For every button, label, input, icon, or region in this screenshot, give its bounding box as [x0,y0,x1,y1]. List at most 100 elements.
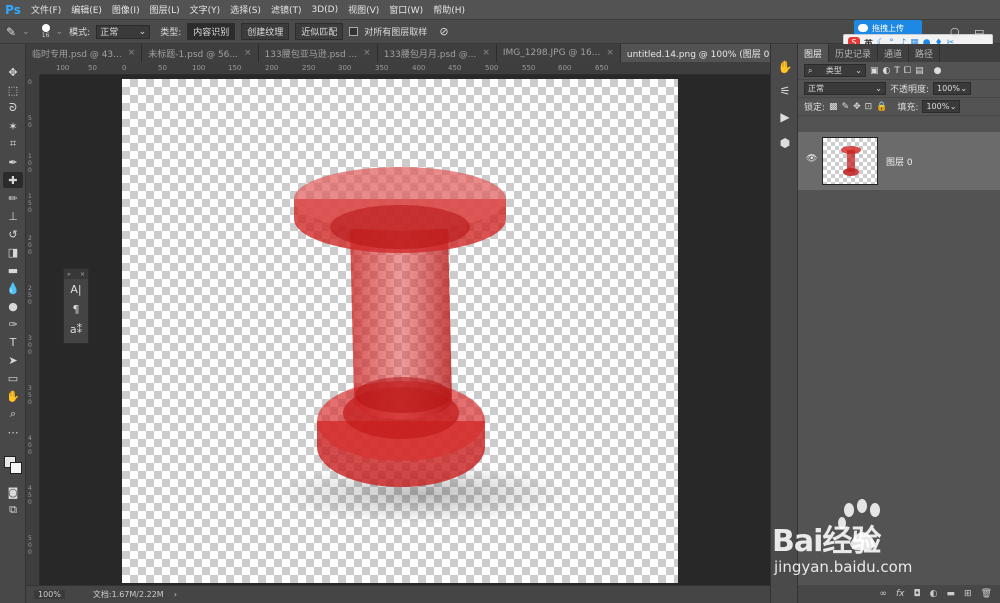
menu-help[interactable]: 帮助(H) [428,3,470,16]
search-icon[interactable]: ○ [950,25,960,38]
magic-wand-tool-icon[interactable]: ✶ [3,118,23,134]
character-icon[interactable]: A| [64,279,88,299]
filter-toggle-icon[interactable]: ● [934,66,942,76]
layer-filter-select[interactable]: ⌕ 类型 ⌄ [804,64,866,77]
mode-select[interactable]: 正常 ⌄ [96,24,151,39]
link-icon[interactable]: ∞ [880,589,888,599]
screen-mode-icon[interactable]: ⧉ [3,502,23,518]
close-icon[interactable]: × [363,48,371,58]
eyedropper-tool-icon[interactable]: ✒ [3,154,23,170]
lasso-tool-icon[interactable]: ᘐ [3,100,23,116]
glyphs-icon[interactable]: a⁑ [64,319,88,339]
layer-thumbnail[interactable] [822,137,878,185]
history-brush-tool-icon[interactable]: ↺ [3,226,23,242]
filter-shape-icon[interactable]: ⧠ [904,66,911,76]
menu-filter[interactable]: 滤镜(T) [266,3,307,16]
doc-tab[interactable]: 未标题-1.psd @ 56... × [142,44,259,62]
lock-paint-icon[interactable]: ✎ [842,102,850,112]
3d-cube-icon[interactable]: ⬢ [775,134,795,152]
marquee-tool-icon[interactable]: ⬚ [3,82,23,98]
quick-mask-icon[interactable]: ◙ [3,484,23,500]
opacity-input[interactable]: 100% ⌄ [933,82,972,95]
hand-tool-icon[interactable]: ✋ [3,388,23,404]
filter-smart-icon[interactable]: ▤ [915,66,924,76]
brush-chevron-icon[interactable]: ⌄ [56,27,64,37]
blend-mode-select[interactable]: 正常 ⌄ [804,82,886,95]
filter-type-icon[interactable]: T [894,66,900,76]
layer-item[interactable]: 👁 图层 0 [798,132,1000,190]
adjustments-icon[interactable]: ⚟ [775,82,795,100]
trash-icon[interactable]: 🗑 [981,589,992,599]
menu-edit[interactable]: 编辑(E) [66,3,107,16]
proximity-match-button[interactable]: 近似匹配 [295,23,344,40]
content-aware-button[interactable]: 内容识别 [187,23,236,40]
menu-image[interactable]: 图像(I) [107,3,145,16]
tab-layers[interactable]: 图层 [798,44,830,62]
zoom-level[interactable]: 100% [34,590,65,599]
create-texture-button[interactable]: 创建纹理 [241,23,290,40]
expand-icon[interactable]: » [67,271,71,278]
doc-tab[interactable]: 临时专用.psd @ 43... × [26,44,143,62]
play-icon[interactable]: ▶ [775,108,795,126]
filter-pixel-icon[interactable]: ▣ [870,66,879,76]
type-tool-icon[interactable]: T [3,334,23,350]
blur-tool-icon[interactable]: 💧 [3,280,23,296]
hand-scroll-icon[interactable]: ✋ [775,58,795,76]
zoom-tool-icon[interactable]: ⌕ [3,406,23,422]
fx-icon[interactable]: fx [896,589,905,599]
menu-file[interactable]: 文件(F) [26,3,66,16]
brush-size-picker[interactable]: 16 [41,23,50,40]
move-tool-icon[interactable]: ✥ [3,64,23,80]
workspace-icon[interactable]: ▭ [974,25,984,38]
crop-tool-icon[interactable]: ⌗ [3,136,23,152]
floating-panel-header[interactable]: » × [64,269,88,279]
pressure-icon[interactable]: ⊘ [439,25,448,38]
tab-history[interactable]: 历史记录 [829,44,879,62]
fill-input[interactable]: 100% ⌄ [922,100,961,113]
close-icon[interactable]: × [128,48,136,58]
spot-healing-tool-icon[interactable]: ✚ [3,172,23,188]
mask-icon[interactable]: ◘ [914,589,921,599]
adjustment-icon[interactable]: ◐ [930,589,938,599]
tool-preset-chevron-icon[interactable]: ⌄ [22,27,30,37]
document-canvas[interactable] [122,79,678,583]
eye-icon[interactable]: 👁 [806,154,817,164]
menu-3d[interactable]: 3D(D) [306,5,343,15]
lock-all-icon[interactable]: 🔒 [876,102,887,112]
menu-type[interactable]: 文字(Y) [185,3,226,16]
background-color-swatch[interactable] [10,462,22,474]
spot-healing-brush-icon[interactable]: ✎ [6,25,16,39]
stamp-tool-icon[interactable]: ⊥ [3,208,23,224]
sample-all-layers-checkbox[interactable] [349,27,359,36]
lock-transparent-icon[interactable]: ▩ [829,102,838,112]
eraser-tool-icon[interactable]: ◨ [3,244,23,260]
close-icon[interactable]: × [482,48,490,58]
gradient-tool-icon[interactable]: ▬ [3,262,23,278]
lock-move-icon[interactable]: ✥ [853,102,861,112]
close-icon[interactable]: × [606,48,614,58]
shape-tool-icon[interactable]: ▭ [3,370,23,386]
filter-adjust-icon[interactable]: ◐ [883,66,891,76]
pen-tool-icon[interactable]: ✑ [3,316,23,332]
lock-artboard-icon[interactable]: ⊡ [865,102,873,112]
tab-paths[interactable]: 路径 [909,44,941,62]
paragraph-icon[interactable]: ¶ [64,299,88,319]
brush-tool-icon[interactable]: ✏ [3,190,23,206]
close-icon[interactable]: × [244,48,252,58]
status-arrow-icon[interactable]: › [174,590,177,599]
tab-channels[interactable]: 通道 [878,44,910,62]
dodge-tool-icon[interactable]: ● [3,298,23,314]
doc-tab[interactable]: 133腰包亚马逊.psd ... × [258,44,378,62]
doc-tab[interactable]: IMG_1298.JPG @ 16... × [496,44,621,62]
folder-icon[interactable]: ▬ [947,589,956,599]
menu-view[interactable]: 视图(V) [343,3,384,16]
close-icon[interactable]: × [80,271,85,278]
menu-window[interactable]: 窗口(W) [384,3,428,16]
path-select-tool-icon[interactable]: ➤ [3,352,23,368]
menu-select[interactable]: 选择(S) [225,3,266,16]
menu-layer[interactable]: 图层(L) [145,3,185,16]
new-layer-icon[interactable]: ⊞ [964,589,972,599]
doc-tab[interactable]: 133腰包月月.psd @... × [377,44,497,62]
more-tools-icon[interactable]: ⋯ [3,424,23,440]
layer-name[interactable]: 图层 0 [886,155,913,168]
